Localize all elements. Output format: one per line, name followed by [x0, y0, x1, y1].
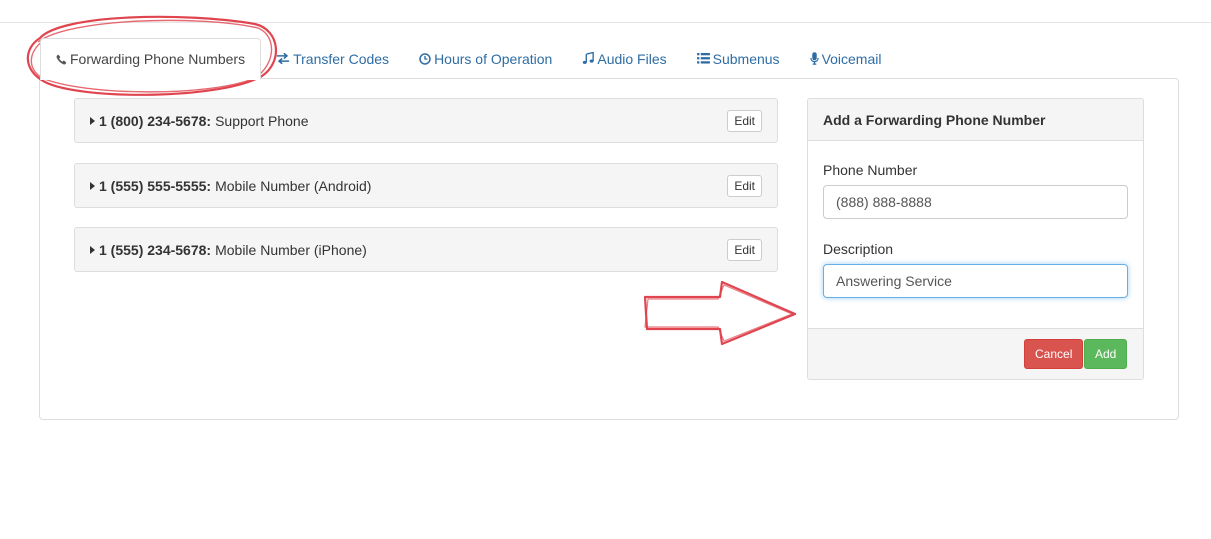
- edit-button[interactable]: Edit: [727, 110, 762, 132]
- phone-number-item[interactable]: 1 (800) 234-5678: Support Phone Edit: [74, 98, 778, 143]
- add-forwarding-number-panel: Add a Forwarding Phone Number Phone Numb…: [807, 98, 1144, 380]
- phone-description: Mobile Number (iPhone): [215, 241, 367, 258]
- tab-label: Forwarding Phone Numbers: [70, 51, 246, 67]
- tab-forwarding-phone-numbers[interactable]: Forwarding Phone Numbers: [40, 38, 262, 80]
- phone-number-input[interactable]: [823, 185, 1128, 219]
- tab-audio-files[interactable]: Audio Files: [567, 38, 681, 79]
- phone-number: 1 (555) 555-5555:: [99, 177, 212, 194]
- phone-icon: [56, 54, 67, 65]
- tab-submenus[interactable]: Submenus: [682, 38, 795, 79]
- exchange-icon: [276, 53, 290, 64]
- tab-label: Hours of Operation: [434, 50, 553, 67]
- tab-label: Transfer Codes: [293, 50, 390, 67]
- phone-number-item[interactable]: 1 (555) 234-5678: Mobile Number (iPhone)…: [74, 227, 778, 272]
- phone-description: Mobile Number (Android): [215, 177, 372, 194]
- phone-number-item[interactable]: 1 (555) 555-5555: Mobile Number (Android…: [74, 163, 778, 208]
- phone-number: 1 (800) 234-5678:: [99, 112, 212, 129]
- phone-number-label: Phone Number: [823, 162, 918, 178]
- top-divider: [0, 22, 1211, 23]
- caret-right-icon[interactable]: [90, 245, 95, 254]
- music-icon: [582, 52, 595, 65]
- clock-icon: [419, 52, 431, 65]
- tab-label: Submenus: [712, 50, 780, 67]
- add-button[interactable]: Add: [1084, 339, 1128, 369]
- tab-label: Voicemail: [821, 50, 882, 67]
- edit-button[interactable]: Edit: [727, 175, 762, 197]
- tab-voicemail[interactable]: Voicemail: [795, 38, 897, 79]
- phone-number: 1 (555) 234-5678:: [99, 241, 212, 258]
- panel-footer: Cancel Add: [808, 328, 1143, 379]
- phone-description: Support Phone: [215, 112, 309, 129]
- list-icon: [696, 53, 710, 64]
- tab-label: Audio Files: [597, 50, 667, 67]
- tab-content-panel: 1 (800) 234-5678: Support Phone Edit 1 (…: [39, 78, 1179, 420]
- tab-bar: Forwarding Phone Numbers Transfer Codes …: [40, 38, 897, 80]
- tab-hours-of-operation[interactable]: Hours of Operation: [404, 38, 567, 79]
- description-label: Description: [823, 241, 894, 257]
- panel-title: Add a Forwarding Phone Number: [808, 99, 1143, 141]
- microphone-icon: [809, 52, 819, 65]
- caret-right-icon[interactable]: [90, 116, 95, 125]
- cancel-button[interactable]: Cancel: [1024, 339, 1084, 369]
- tab-transfer-codes[interactable]: Transfer Codes: [261, 38, 404, 79]
- description-input[interactable]: [823, 264, 1128, 298]
- edit-button[interactable]: Edit: [727, 239, 762, 261]
- caret-right-icon[interactable]: [90, 181, 95, 190]
